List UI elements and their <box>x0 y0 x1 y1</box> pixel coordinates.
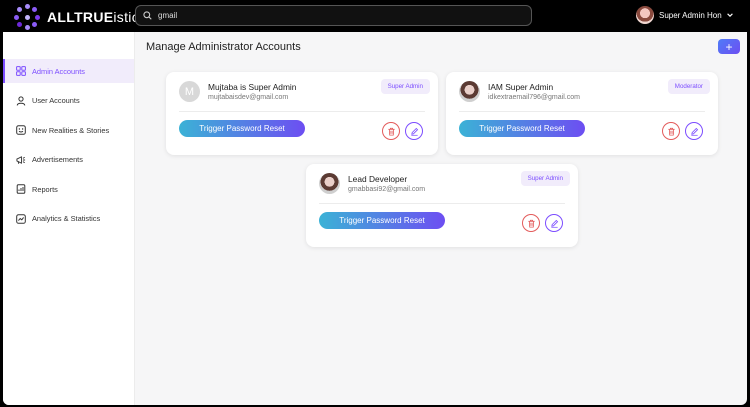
edit-button[interactable] <box>685 122 703 140</box>
sidebar-item-label: User Accounts <box>32 96 80 106</box>
trash-icon <box>667 127 675 136</box>
card-divider <box>319 203 565 204</box>
sidebar-item-admin-accounts[interactable]: Admin Accounts <box>3 59 134 83</box>
sidebar-item-user-accounts[interactable]: User Accounts <box>3 89 134 113</box>
admin-email: mujtabaisdev@gmail.com <box>208 94 289 101</box>
edit-button[interactable] <box>405 122 423 140</box>
admin-name: IAM Super Admin <box>488 82 554 92</box>
sidebar-item-label: Analytics & Statistics <box>32 214 101 224</box>
card-divider <box>459 111 705 112</box>
megaphone-icon <box>16 155 26 165</box>
trigger-password-reset-button[interactable]: Trigger Password Reset <box>179 120 305 137</box>
sidebar-item-new-realities[interactable]: New Realities & Stories <box>3 118 134 142</box>
admin-email: gmabbasi92@gmail.com <box>348 186 426 193</box>
admin-card: IAM Super Admin idkextraemail796@gmail.c… <box>446 72 718 155</box>
sidebar-item-label: Reports <box>32 184 58 194</box>
grid-icon <box>16 66 26 76</box>
logo-dots-icon <box>14 4 40 30</box>
brand-name: ALLTRUEistic <box>47 9 139 25</box>
sidebar: Admin Accounts User Accounts New Realiti… <box>3 32 135 405</box>
delete-button[interactable] <box>522 214 540 232</box>
brand-name-bold: ALLTRUE <box>47 9 114 25</box>
sidebar-item-reports[interactable]: Reports <box>3 177 134 201</box>
brand-logo[interactable]: ALLTRUEistic <box>14 4 139 30</box>
pencil-icon <box>410 127 418 136</box>
report-icon <box>16 184 26 195</box>
search-bar[interactable] <box>135 5 532 26</box>
sidebar-item-label: Advertisements <box>32 155 83 165</box>
chart-icon <box>16 214 26 224</box>
chevron-down-icon <box>726 13 733 17</box>
trigger-password-reset-button[interactable]: Trigger Password Reset <box>459 120 585 137</box>
trash-icon <box>527 219 535 228</box>
role-badge: Moderator <box>667 79 710 94</box>
sidebar-item-label: New Realities & Stories <box>32 125 110 135</box>
avatar: M <box>179 81 200 102</box>
admin-name: Mujtaba is Super Admin <box>208 82 297 92</box>
add-admin-button[interactable]: + <box>718 39 740 54</box>
trash-icon <box>387 127 395 136</box>
sidebar-item-advertisements[interactable]: Advertisements <box>3 148 134 172</box>
page-title: Manage Administrator Accounts <box>146 41 301 53</box>
user-avatar <box>636 6 654 24</box>
search-icon <box>143 11 152 20</box>
pencil-icon <box>550 219 558 228</box>
delete-button[interactable] <box>382 122 400 140</box>
delete-button[interactable] <box>662 122 680 140</box>
trigger-password-reset-button[interactable]: Trigger Password Reset <box>319 212 445 229</box>
search-input[interactable] <box>158 11 518 20</box>
admin-card: Lead Developer gmabbasi92@gmail.com Supe… <box>306 164 578 247</box>
role-badge: Super Admin <box>520 171 570 186</box>
edit-button[interactable] <box>545 214 563 232</box>
admin-name: Lead Developer <box>348 174 408 184</box>
user-menu[interactable]: Super Admin Hon <box>636 6 734 24</box>
sidebar-item-label: Admin Accounts <box>32 66 85 76</box>
user-icon <box>16 95 26 106</box>
user-name: Super Admin Hon <box>659 10 722 20</box>
app-frame: Admin Accounts User Accounts New Realiti… <box>3 32 747 405</box>
avatar <box>319 173 340 194</box>
admin-email: idkextraemail796@gmail.com <box>488 94 580 101</box>
top-bar: ALLTRUEistic Super Admin Hon <box>0 0 750 32</box>
role-badge: Super Admin <box>380 79 430 94</box>
stories-icon <box>16 125 26 135</box>
admin-card: M Mujtaba is Super Admin mujtabaisdev@gm… <box>166 72 438 155</box>
main-content: Manage Administrator Accounts + M Mujtab… <box>135 32 747 405</box>
pencil-icon <box>690 127 698 136</box>
card-divider <box>179 111 425 112</box>
avatar <box>459 81 480 102</box>
sidebar-item-analytics[interactable]: Analytics & Statistics <box>3 207 134 231</box>
